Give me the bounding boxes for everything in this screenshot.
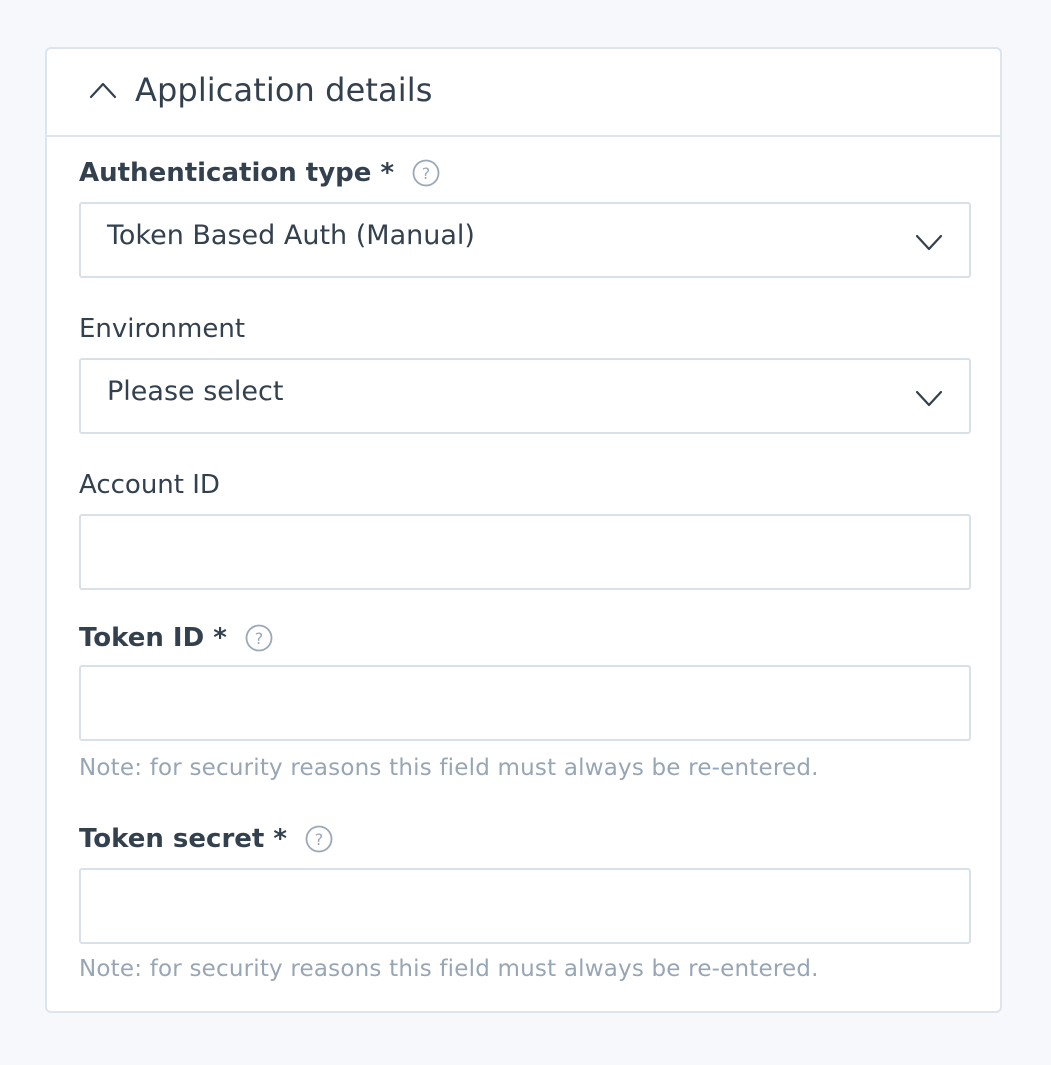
token-id-label: Token ID * [79, 623, 227, 653]
question-circle-icon[interactable]: ? [305, 825, 333, 853]
token-id-input[interactable] [79, 665, 971, 741]
token-secret-field: Token secret * ? Note: for security reas… [79, 822, 971, 982]
token-secret-label: Token secret * [79, 824, 287, 854]
account-id-field: Account ID [79, 468, 971, 590]
section-title: Application details [135, 71, 433, 109]
token-secret-note: Note: for security reasons this field mu… [79, 956, 819, 982]
environment-label: Environment [79, 314, 246, 344]
section-header[interactable]: Application details [47, 49, 1000, 137]
svg-text:?: ? [315, 830, 324, 849]
account-id-input[interactable] [79, 514, 971, 590]
svg-text:?: ? [255, 629, 264, 648]
token-id-field: Token ID * ? Note: for security reasons … [79, 621, 971, 781]
token-id-note: Note: for security reasons this field mu… [79, 755, 819, 781]
application-details-panel: Application details Authentication type … [45, 47, 1002, 1013]
svg-text:?: ? [422, 164, 431, 183]
chevron-up-icon[interactable] [89, 81, 117, 99]
environment-selected-value: Please select [107, 376, 284, 407]
environment-select[interactable]: Please select [79, 358, 971, 434]
chevron-down-icon [915, 234, 943, 251]
auth-type-selected-value: Token Based Auth (Manual) [107, 220, 475, 251]
token-secret-input[interactable] [79, 868, 971, 944]
auth-type-label: Authentication type * [79, 158, 395, 188]
auth-type-select[interactable]: Token Based Auth (Manual) [79, 202, 971, 278]
account-id-label: Account ID [79, 470, 220, 500]
question-circle-icon[interactable]: ? [412, 159, 440, 187]
chevron-down-icon [915, 390, 943, 407]
question-circle-icon[interactable]: ? [245, 624, 273, 652]
environment-field: Environment Please select [79, 312, 971, 434]
auth-type-field: Authentication type * ? Token Based Auth… [79, 156, 971, 278]
